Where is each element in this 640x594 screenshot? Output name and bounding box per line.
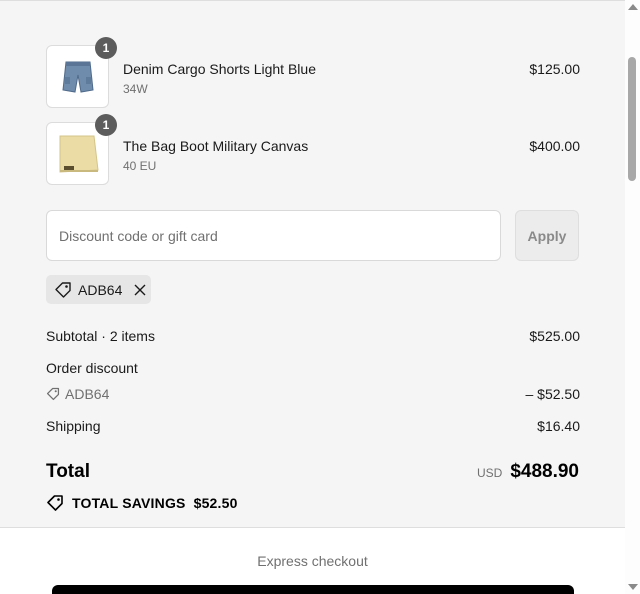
- subtotal-value: $525.00: [529, 328, 580, 344]
- tag-icon: [46, 387, 60, 401]
- canvas-bag-image: [59, 135, 99, 173]
- order-discount-detail-row: ADB64 – $52.50: [46, 386, 580, 402]
- total-savings-value: $52.50: [193, 495, 238, 511]
- order-discount-code: ADB64: [65, 386, 110, 402]
- order-discount-row: Order discount: [46, 360, 580, 376]
- shipping-row: Shipping $16.40: [46, 418, 580, 434]
- total-amount: USD $488.90: [477, 461, 579, 483]
- total-label: Total: [46, 461, 90, 482]
- applied-discount-chip: ADB64: [46, 275, 151, 304]
- apply-discount-button[interactable]: Apply: [515, 210, 579, 261]
- product-price: $400.00: [529, 138, 580, 154]
- remove-discount-button[interactable]: [134, 284, 146, 296]
- scroll-up-arrow[interactable]: [628, 4, 638, 10]
- product-variant: 40 EU: [123, 159, 157, 173]
- product-name: The Bag Boot Military Canvas: [123, 138, 309, 154]
- scroll-thumb[interactable]: [628, 57, 636, 181]
- product-price: $125.00: [529, 61, 580, 77]
- total-savings: TOTAL SAVINGS $52.50: [46, 494, 238, 512]
- denim-shorts-image: [61, 61, 94, 93]
- order-summary: 1 Denim Cargo Shorts Light Blue 34W $125…: [0, 0, 625, 528]
- subtotal-row: Subtotal · 2 items $525.00: [46, 328, 580, 344]
- order-discount-label: Order discount: [46, 360, 138, 376]
- total-value: $488.90: [510, 461, 579, 482]
- shipping-value: $16.40: [537, 418, 580, 434]
- tag-icon: [55, 281, 71, 298]
- express-checkout-label: Express checkout: [257, 553, 368, 569]
- line-item: 1 Denim Cargo Shorts Light Blue 34W $125…: [46, 37, 580, 109]
- quantity-badge: 1: [95, 114, 117, 136]
- tag-icon: [47, 495, 63, 511]
- express-checkout-button[interactable]: [52, 585, 574, 594]
- product-variant: 34W: [123, 82, 148, 96]
- applied-discount-code: ADB64: [78, 281, 123, 298]
- product-name: Denim Cargo Shorts Light Blue: [123, 61, 316, 77]
- scrollbar[interactable]: [625, 0, 640, 594]
- order-discount-value: – $52.50: [525, 386, 581, 402]
- shipping-label: Shipping: [46, 418, 101, 434]
- close-icon: [134, 284, 146, 295]
- scroll-down-arrow[interactable]: [628, 584, 638, 590]
- total-currency: USD: [476, 466, 503, 480]
- quantity-badge: 1: [95, 37, 117, 59]
- line-item: 1 The Bag Boot Military Canvas 40 EU $40…: [46, 114, 580, 186]
- product-thumbnail: 1: [46, 37, 117, 108]
- subtotal-label: Subtotal · 2 items: [46, 328, 155, 344]
- discount-code-input[interactable]: [46, 210, 501, 261]
- product-thumbnail: 1: [46, 114, 117, 185]
- total-savings-label: TOTAL SAVINGS: [72, 495, 186, 511]
